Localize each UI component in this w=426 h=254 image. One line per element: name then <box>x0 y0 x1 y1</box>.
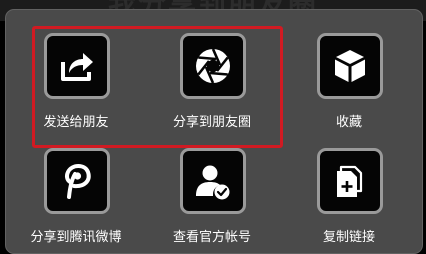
send-to-friend-button[interactable] <box>44 33 110 99</box>
menu-item-label: 查看官方帐号 <box>172 230 251 245</box>
menu-item-share-moments[interactable]: 分享到朋友圈 <box>162 13 272 130</box>
menu-item-send-to-friend[interactable]: 发送给朋友 <box>26 13 136 130</box>
verified-account-icon <box>196 165 230 200</box>
share-tencent-weibo-button[interactable] <box>44 148 110 214</box>
menu-item-label: 分享到腾讯微博 <box>30 230 122 245</box>
tencent-weibo-icon <box>64 164 91 199</box>
view-official-account-button[interactable] <box>180 148 246 214</box>
copy-document-icon <box>337 165 363 197</box>
menu-item-share-tencent-weibo[interactable]: 分享到腾讯微博 <box>26 128 136 245</box>
share-menu-sheet: 发送给朋友 分享到朋友圈 收藏 分享到腾讯微博 查看官方帐号 复制链接 <box>5 9 423 254</box>
menu-item-label: 复制链接 <box>322 230 375 245</box>
share-forward-icon <box>61 53 93 81</box>
menu-item-view-official-account[interactable]: 查看官方帐号 <box>162 128 272 245</box>
favorite-button[interactable] <box>317 33 383 99</box>
menu-item-favorite[interactable]: 收藏 <box>299 13 409 130</box>
copy-link-button[interactable] <box>317 148 383 214</box>
camera-aperture-icon <box>196 48 230 84</box>
share-moments-button[interactable] <box>180 33 246 99</box>
cube-icon <box>335 50 365 82</box>
menu-item-copy-link[interactable]: 复制链接 <box>299 128 409 245</box>
